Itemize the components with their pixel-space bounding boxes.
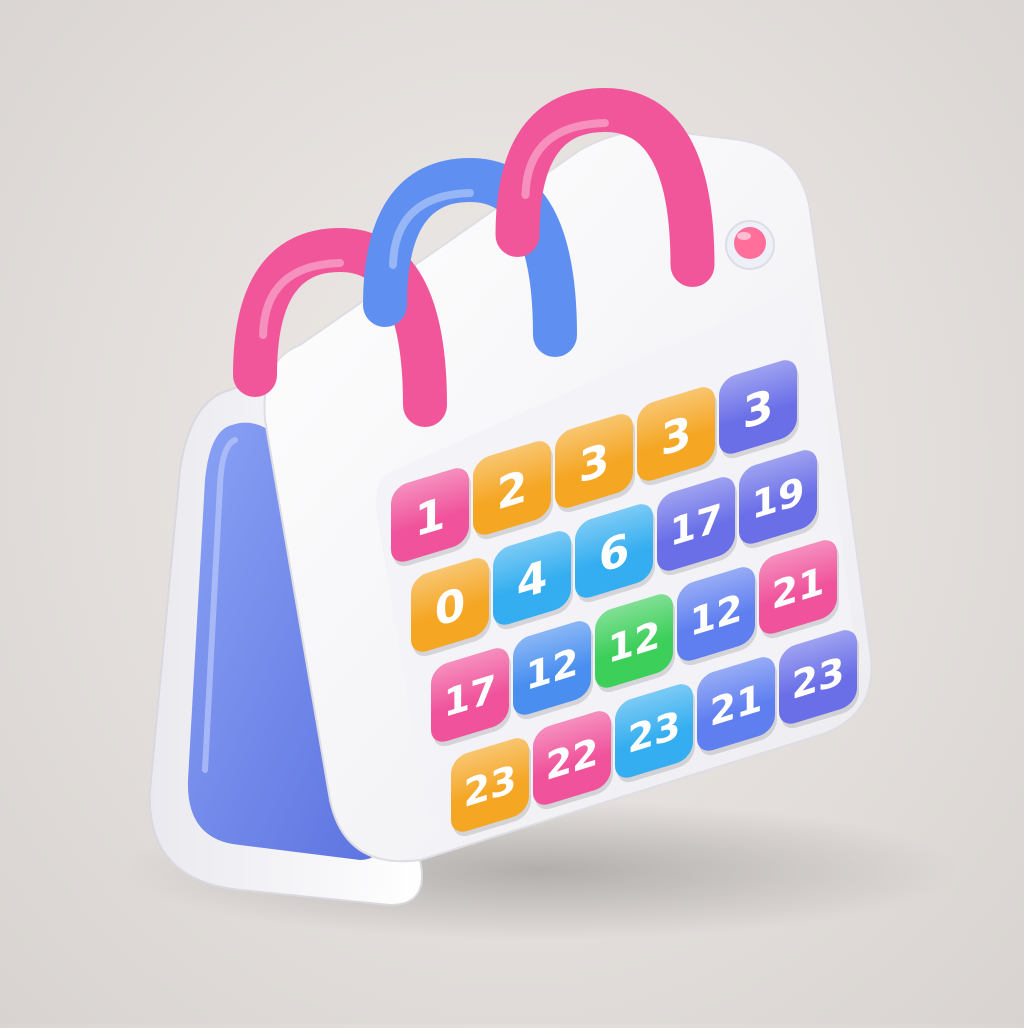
date-tile-label: 3: [579, 432, 610, 493]
calendar-illustration: 1 2 3 3 3 0 4 6 17 19 17 12 12 12 21 23 22 23 21 23: [0, 0, 1024, 1024]
date-tile-label: 3: [661, 405, 692, 466]
date-tile-label: 4: [517, 549, 548, 610]
date-tile-label: 0: [435, 576, 466, 637]
indicator-dot-icon: [725, 220, 775, 270]
date-tile-label: 1: [415, 486, 446, 547]
date-tile-label: 2: [497, 459, 528, 520]
date-tile-label: 6: [599, 522, 630, 583]
date-tile-label: 3: [743, 378, 774, 439]
calendar-scene: 1 2 3 3 30 4 6 17 1917 12 12 12 2123 22 23 21 23: [120, 87, 960, 940]
